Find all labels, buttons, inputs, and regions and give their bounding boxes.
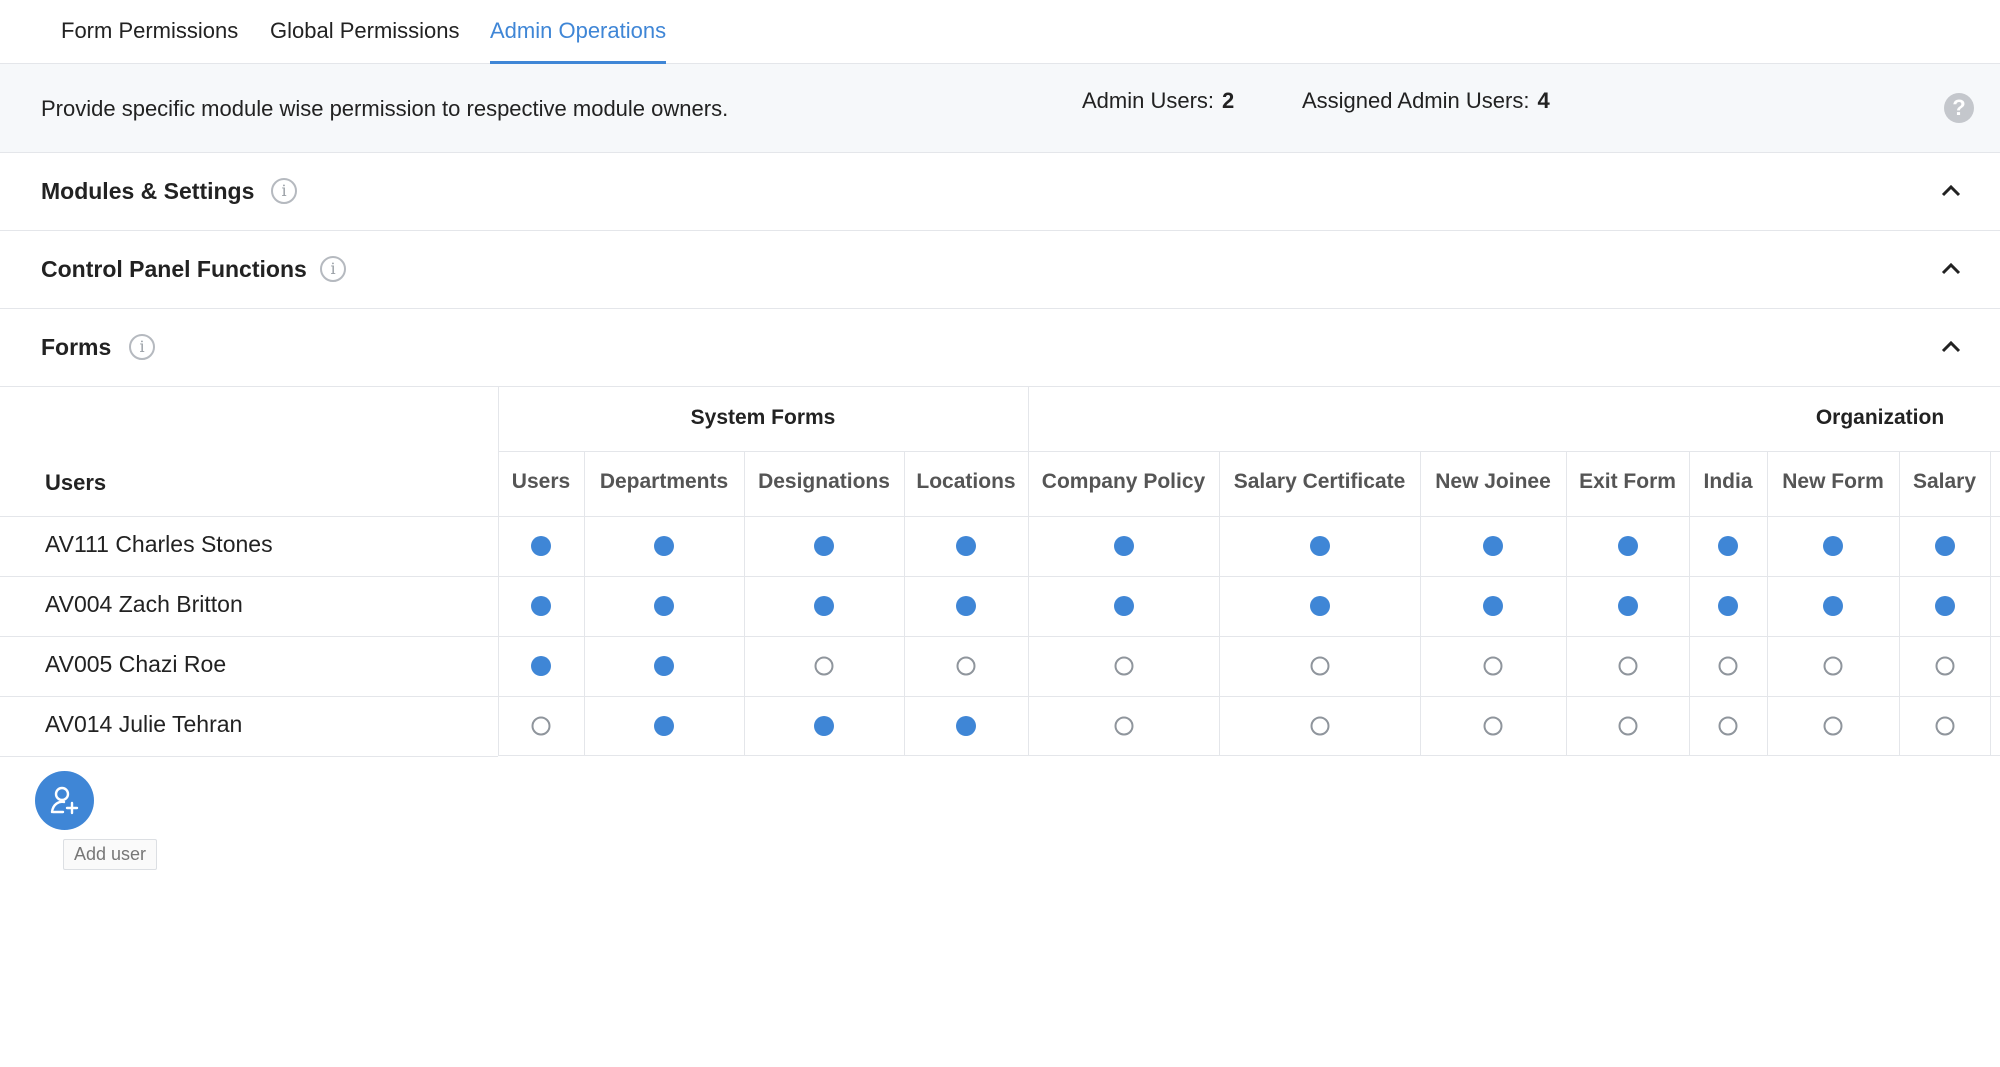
tab-bar: Form Permissions Global Permissions Admi… [0, 0, 2000, 64]
permission-radio-unselected[interactable] [1935, 656, 1954, 676]
chevron-up-icon[interactable] [1940, 336, 1962, 358]
assigned-admin-users-value: 4 [1537, 88, 1550, 113]
column-header: Designations [758, 470, 890, 493]
admin-users-label: Admin Users: [1082, 88, 1215, 113]
group-header-organization: Organization [1815, 406, 1945, 429]
add-user-tooltip: Add user [63, 839, 158, 870]
permission-radio-selected[interactable] [531, 656, 551, 676]
permission-radio-selected[interactable] [1483, 536, 1503, 556]
column-header: Exit Form [1579, 470, 1676, 493]
user-name: AV005 Chazi Roe [45, 651, 227, 677]
permission-radio-selected[interactable] [1718, 536, 1738, 556]
permission-radio-unselected[interactable] [1618, 716, 1637, 736]
permission-radio-unselected[interactable] [531, 716, 551, 736]
permission-radio-selected[interactable] [654, 656, 674, 676]
users-column-header: Users [45, 470, 107, 495]
section-title: Control Panel Functions [41, 256, 307, 282]
permission-radio-selected[interactable] [1309, 596, 1330, 616]
permission-radio-selected[interactable] [1617, 536, 1638, 556]
permission-radio-selected[interactable] [956, 536, 976, 556]
permission-radio-selected[interactable] [814, 536, 834, 556]
section-control-panel-functions[interactable]: Control Panel Functions i [0, 231, 2000, 309]
permission-radio-selected[interactable] [1934, 536, 1955, 556]
question-icon[interactable]: ? [1944, 93, 1974, 123]
permission-radio-selected[interactable] [1823, 596, 1843, 616]
assigned-admin-users-label: Assigned Admin Users: [1302, 88, 1530, 113]
info-description: Provide specific module wise permission … [41, 96, 729, 121]
column-header: Company Policy [1041, 470, 1206, 493]
info-bar: Provide specific module wise permission … [0, 64, 2000, 153]
permission-radio-unselected[interactable] [1823, 716, 1843, 736]
permission-radio-unselected[interactable] [1483, 716, 1503, 736]
column-header: India [1703, 470, 1753, 493]
assigned-admin-users-stat: Assigned Admin Users: 4 [1302, 88, 1550, 114]
add-user-button[interactable] [35, 771, 94, 830]
user-name: AV004 Zach Britton [45, 591, 243, 617]
tab-global-permissions[interactable]: Global Permissions [270, 18, 460, 64]
column-header: Salary Certificate [1233, 470, 1406, 493]
info-icon[interactable]: i [271, 178, 297, 204]
user-name: AV111 Charles Stones [45, 531, 273, 557]
permission-radio-selected[interactable] [654, 716, 674, 736]
column-header: Salary [1912, 470, 1977, 493]
permission-radio-unselected[interactable] [1823, 656, 1843, 676]
permission-radio-unselected[interactable] [1483, 656, 1503, 676]
tab-admin-operations[interactable]: Admin Operations [490, 18, 667, 64]
info-icon[interactable]: i [129, 334, 155, 360]
permission-radio-unselected[interactable] [1935, 716, 1954, 736]
admin-users-stat: Admin Users: 2 [1082, 88, 1234, 114]
permission-radio-unselected[interactable] [956, 656, 976, 676]
permission-radio-unselected[interactable] [814, 656, 834, 676]
column-header: Locations [916, 470, 1016, 493]
permission-radio-selected[interactable] [1309, 536, 1330, 556]
section-forms[interactable]: Forms i [0, 309, 2000, 387]
permission-radio-selected[interactable] [1934, 596, 1955, 616]
permission-radio-selected[interactable] [531, 596, 551, 616]
permission-radio-selected[interactable] [1483, 596, 1503, 616]
permission-radio-selected[interactable] [654, 536, 674, 556]
column-header: Users [511, 470, 571, 493]
group-header-system-forms: System Forms [690, 406, 836, 429]
section-title: Forms [41, 334, 112, 360]
tab-form-permissions[interactable]: Form Permissions [61, 18, 238, 64]
permission-radio-unselected[interactable] [1114, 716, 1133, 736]
chevron-up-icon[interactable] [1940, 180, 1962, 202]
permission-radio-selected[interactable] [1718, 596, 1738, 616]
forms-permission-table: System Forms Organization Users Users Dep… [0, 386, 2000, 757]
permission-radio-selected[interactable] [814, 716, 834, 736]
admin-users-value: 2 [1222, 88, 1235, 113]
permission-radio-unselected[interactable] [1310, 656, 1329, 676]
permission-radio-unselected[interactable] [1310, 716, 1329, 736]
info-icon[interactable]: i [320, 256, 346, 282]
permission-radio-unselected[interactable] [1618, 656, 1637, 676]
column-header: New Form [1782, 470, 1884, 493]
column-header: Departments [599, 470, 729, 493]
column-header: New Joinee [1435, 470, 1551, 493]
permission-radio-selected[interactable] [1113, 536, 1134, 556]
permission-radio-selected[interactable] [814, 596, 834, 616]
permission-radio-selected[interactable] [654, 596, 674, 616]
section-title: Modules & Settings [41, 178, 255, 204]
permission-radio-selected[interactable] [956, 596, 976, 616]
permission-radio-unselected[interactable] [1114, 656, 1133, 676]
add-user-icon [50, 786, 79, 815]
permission-radio-selected[interactable] [1823, 536, 1843, 556]
permission-radio-unselected[interactable] [1718, 656, 1738, 676]
section-modules-settings[interactable]: Modules & Settings i [0, 153, 2000, 231]
chevron-up-icon[interactable] [1940, 258, 1962, 280]
permission-radio-selected[interactable] [1113, 596, 1134, 616]
permission-radio-selected[interactable] [956, 716, 976, 736]
user-name: AV014 Julie Tehran [45, 711, 243, 737]
permission-radio-selected[interactable] [1617, 596, 1638, 616]
permission-radio-selected[interactable] [531, 536, 551, 556]
permission-radio-unselected[interactable] [1718, 716, 1738, 736]
